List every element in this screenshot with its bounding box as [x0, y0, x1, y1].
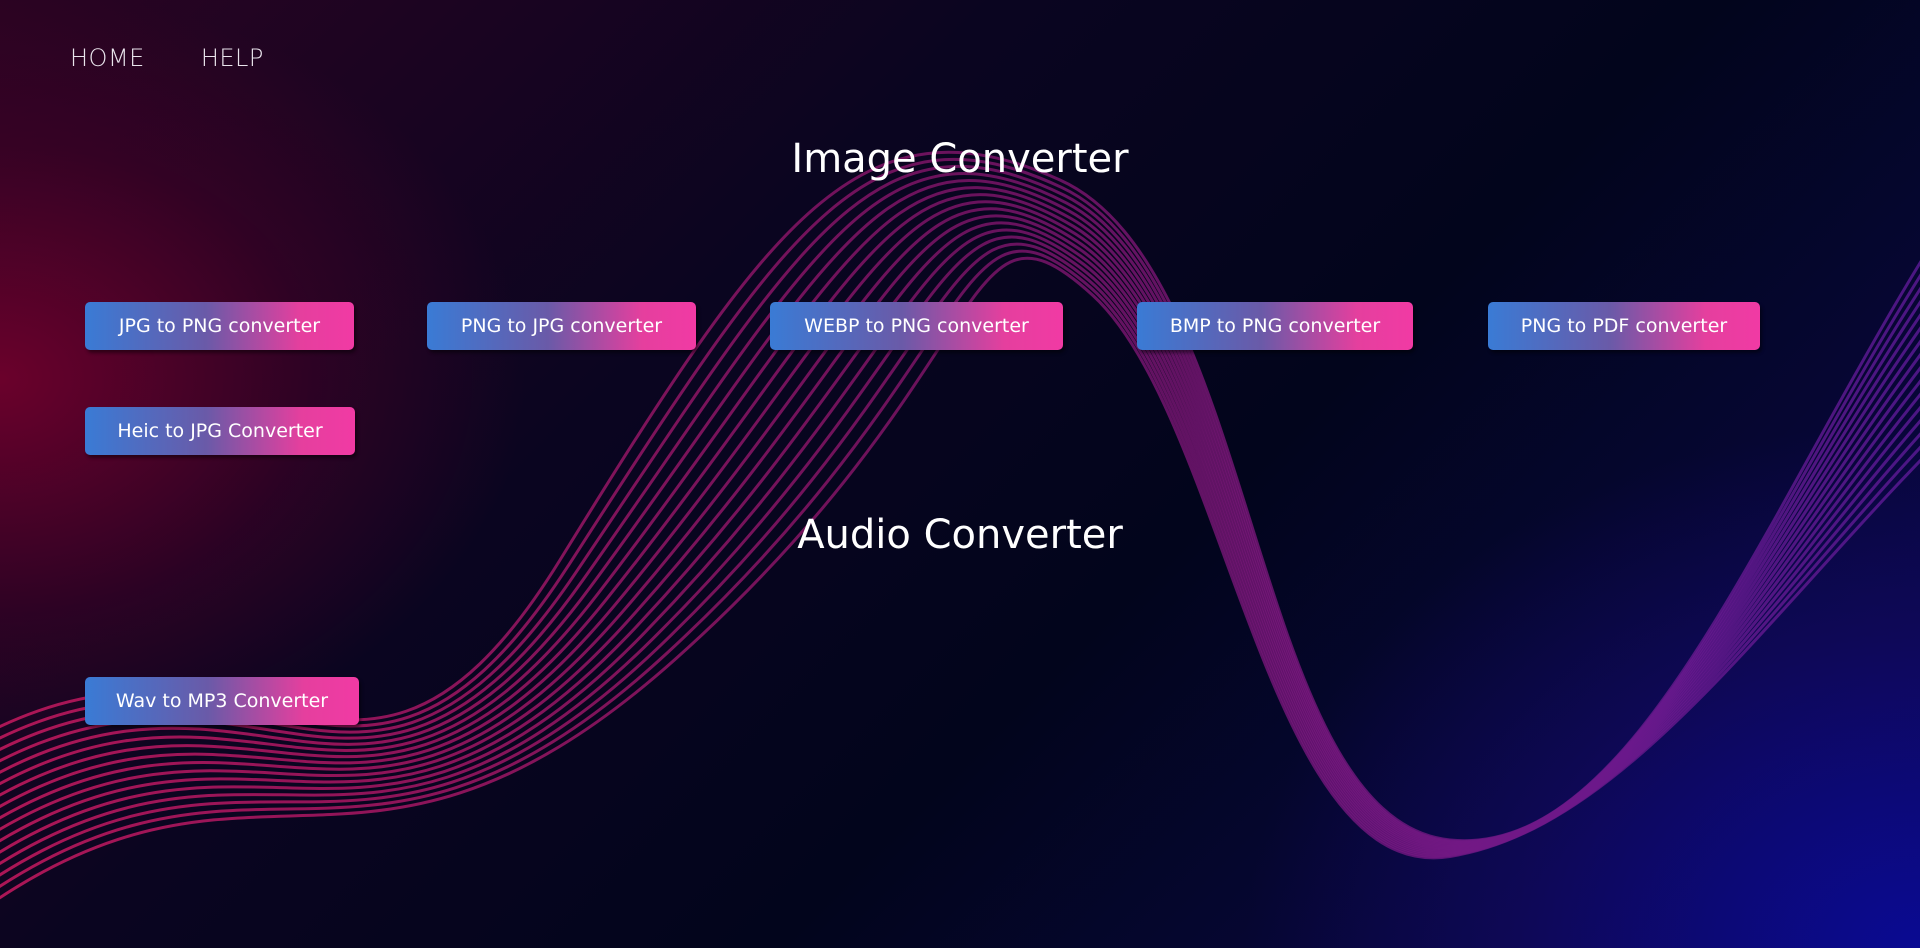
png-to-pdf-button[interactable]: PNG to PDF converter	[1488, 302, 1760, 350]
jpg-to-png-button[interactable]: JPG to PNG converter	[85, 302, 354, 350]
wave-line	[0, 164, 1920, 844]
wav-to-mp3-button[interactable]: Wav to MP3 Converter	[85, 677, 359, 725]
wave-line	[0, 172, 1920, 845]
top-nav: HOME HELP	[70, 44, 264, 72]
wave-line	[0, 157, 1920, 843]
wave-line	[0, 150, 1920, 843]
heic-to-jpg-button[interactable]: Heic to JPG Converter	[85, 407, 355, 455]
webp-to-png-button[interactable]: WEBP to PNG converter	[770, 302, 1063, 350]
image-converter-heading: Image Converter	[791, 136, 1129, 182]
wave-line	[0, 249, 1920, 889]
png-to-jpg-button[interactable]: PNG to JPG converter	[427, 302, 696, 350]
nav-help-link[interactable]: HELP	[201, 44, 264, 72]
audio-converter-heading: Audio Converter	[797, 512, 1123, 558]
nav-home-link[interactable]: HOME	[70, 44, 145, 72]
bmp-to-png-button[interactable]: BMP to PNG converter	[1137, 302, 1413, 350]
wave-line	[0, 256, 1920, 900]
